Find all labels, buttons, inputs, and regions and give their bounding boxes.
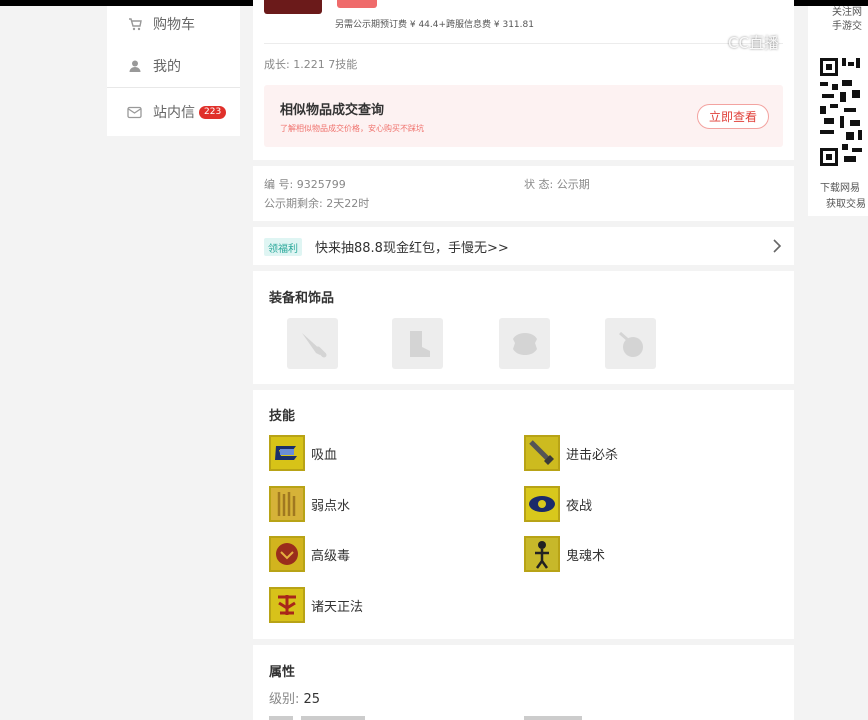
- sidebar-item-messages[interactable]: 站内信 223: [127, 102, 227, 122]
- equipment-title: 装备和饰品: [269, 291, 335, 306]
- skill-name: 鬼魂术: [566, 548, 606, 564]
- sidebar-item-label: 购物车: [153, 17, 195, 33]
- skill-poison-icon: [269, 536, 305, 572]
- status-label: 状 态:: [524, 178, 554, 191]
- divider: [264, 43, 783, 44]
- skill-name: 进击必杀: [566, 447, 619, 463]
- status-value: 公示期: [556, 178, 590, 191]
- skill-name: 弱点水: [311, 498, 351, 514]
- price-text-cropped: [337, 0, 377, 8]
- sidebar-item-mine[interactable]: 我的: [127, 56, 181, 76]
- listing-summary-card: 另需公示期预订费 ¥ 44.4+跨服信息费 ¥ 311.81 成长: 1.221…: [253, 0, 794, 160]
- skill-dharma-icon: [269, 587, 305, 623]
- similar-items-subtitle: 了解相似物品成交价格，安心购买不踩坑: [280, 124, 424, 133]
- listing-id-value: 9325799: [296, 178, 346, 191]
- skill-name: 高级毒: [311, 548, 351, 564]
- equipment-card: 装备和饰品: [253, 271, 794, 384]
- skill-item[interactable]: 进击必杀: [524, 435, 618, 471]
- listing-id: 编 号: 9325799: [264, 176, 346, 192]
- chevron-right-icon: [773, 239, 782, 253]
- cropped-text: [269, 716, 293, 720]
- unread-badge: 223: [199, 105, 227, 119]
- skill-item[interactable]: 诸天正法: [269, 587, 363, 623]
- skill-item[interactable]: 弱点水: [269, 486, 350, 522]
- skill-water-icon: [269, 486, 305, 522]
- item-thumbnail[interactable]: [264, 0, 322, 14]
- qr-code-icon[interactable]: [818, 56, 868, 171]
- cropped-text: [524, 716, 582, 720]
- armor-slot-icon[interactable]: [499, 318, 550, 369]
- panel-download-text: 下载网易: [820, 183, 860, 194]
- skill-name: 吸血: [311, 447, 338, 463]
- sidebar-item-cart[interactable]: 购物车: [127, 14, 195, 34]
- mail-icon: [127, 105, 142, 120]
- weapon-slot-icon[interactable]: [287, 318, 338, 369]
- remaining-time: 公示期剩余: 2天22时: [264, 195, 369, 211]
- accessory-slot-icon[interactable]: [605, 318, 656, 369]
- similar-items-title: 相似物品成交查询: [280, 103, 385, 118]
- sidebar-divider: [107, 87, 240, 88]
- skills-card: 技能 吸血 进击必杀 弱点水 夜战 高级毒 鬼魂术 诸天正法: [253, 390, 794, 639]
- listing-info-card: 编 号: 9325799 状 态: 公示期 公示期剩余: 2天22时: [253, 166, 794, 221]
- listing-id-label: 编 号:: [264, 178, 294, 191]
- promo-text: 快来抽88.8现金红包，手慢无>>: [315, 241, 509, 256]
- promo-banner[interactable]: 领福利 快来抽88.8现金红包，手慢无>>: [253, 227, 794, 265]
- skill-ghost-icon: [524, 536, 560, 572]
- level-label: 级别:: [269, 692, 300, 707]
- stream-watermark: CC直播: [728, 34, 779, 52]
- cropped-text: [301, 716, 365, 720]
- similar-items-panel: 相似物品成交查询 了解相似物品成交价格，安心购买不踩坑 立即查看: [264, 85, 783, 147]
- remaining-value: 2天22时: [326, 197, 370, 210]
- remaining-label: 公示期剩余:: [264, 197, 323, 210]
- user-icon: [127, 59, 142, 74]
- view-now-button[interactable]: 立即查看: [697, 104, 769, 129]
- panel-top-text: 手游交: [832, 21, 862, 32]
- cart-icon: [127, 17, 142, 32]
- boots-slot-icon[interactable]: [392, 318, 443, 369]
- skill-sword-icon: [524, 435, 560, 471]
- growth-text: 成长: 1.221 7技能: [264, 58, 358, 71]
- attributes-card: 属性 级别: 25: [253, 645, 794, 720]
- skill-item[interactable]: 鬼魂术: [524, 536, 605, 572]
- panel-download-text: 获取交易: [826, 199, 866, 210]
- fee-line: 另需公示期预订费 ¥ 44.4+跨服信息费 ¥ 311.81: [335, 20, 534, 30]
- skill-name: 夜战: [566, 498, 593, 514]
- skill-name: 诸天正法: [311, 599, 364, 615]
- skill-blood-icon: [269, 435, 305, 471]
- level-value: 25: [303, 692, 321, 707]
- skill-item[interactable]: 高级毒: [269, 536, 350, 572]
- level-row: 级别: 25: [269, 688, 320, 707]
- skills-title: 技能: [269, 409, 296, 424]
- sidebar: 购物车 我的 站内信 223: [107, 6, 240, 136]
- sidebar-item-label: 我的: [153, 59, 181, 75]
- skill-item[interactable]: 吸血: [269, 435, 337, 471]
- download-app-panel: 关注网 手游交 下载网易 获取交易: [808, 6, 868, 216]
- sidebar-item-label: 站内信: [153, 105, 195, 121]
- attributes-title: 属性: [269, 665, 296, 680]
- skill-item[interactable]: 夜战: [524, 486, 592, 522]
- listing-status: 状 态: 公示期: [524, 176, 590, 192]
- skill-eye-icon: [524, 486, 560, 522]
- promo-tag: 领福利: [264, 238, 302, 256]
